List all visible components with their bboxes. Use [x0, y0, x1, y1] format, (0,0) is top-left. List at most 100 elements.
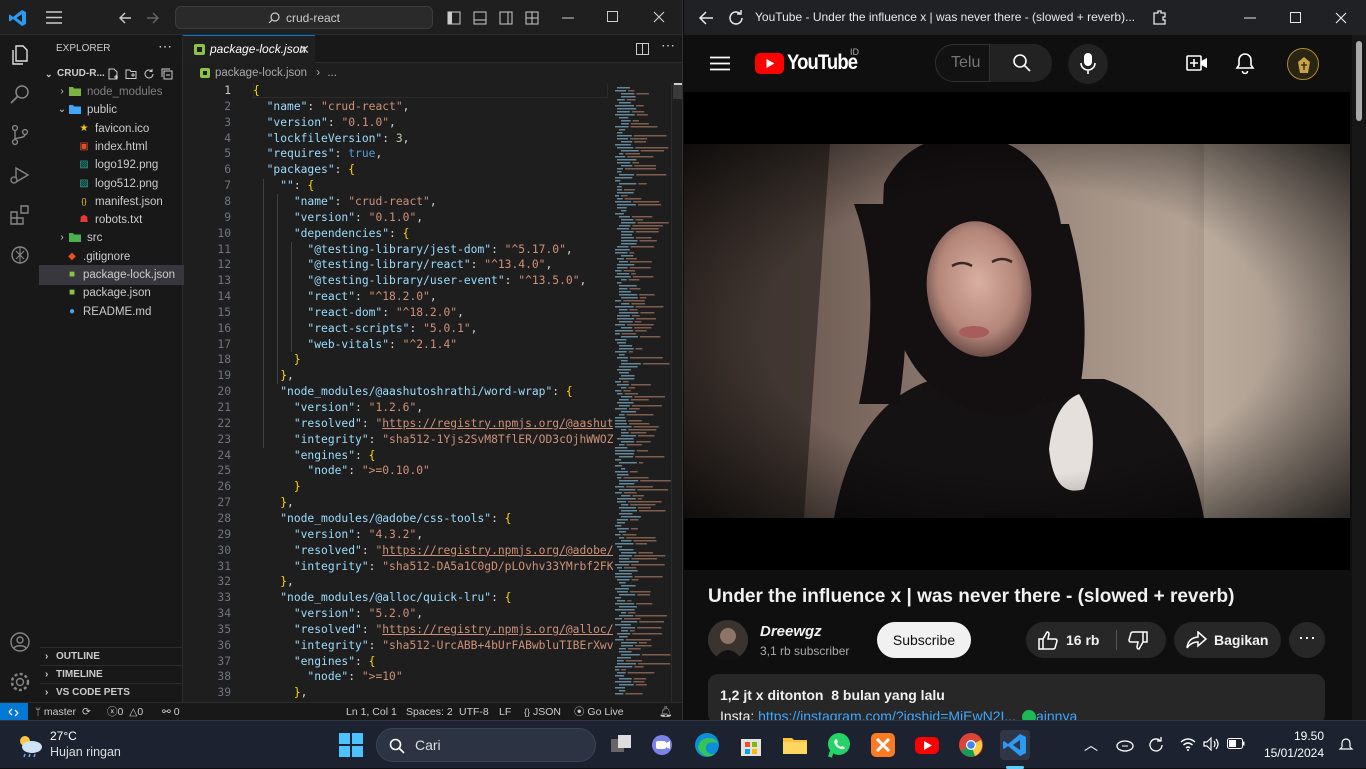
tree-item[interactable]: {} manifest.json — [40, 193, 183, 211]
like-button[interactable]: 16 rb — [1026, 622, 1116, 658]
run-debug-icon[interactable] — [8, 163, 32, 187]
avatar[interactable] — [1287, 48, 1319, 80]
indentation[interactable]: Spaces: 2 — [406, 703, 453, 720]
whatsapp-icon[interactable] — [824, 730, 854, 760]
minimize-icon[interactable] — [1244, 17, 1256, 19]
channel-avatar[interactable] — [708, 620, 748, 660]
voice-search-button[interactable] — [1068, 44, 1108, 84]
back-arrow-icon[interactable] — [118, 11, 132, 25]
description-box[interactable]: 1,2 jt x ditonton 8 bulan yang lalu Inst… — [708, 674, 1325, 720]
cloud-sync-icon[interactable] — [1116, 737, 1134, 753]
vscode-pets-section[interactable]: › VS CODE PETS — [40, 683, 183, 701]
extensions-icon[interactable] — [8, 203, 32, 227]
toggle-panel-icon[interactable] — [473, 11, 487, 25]
refresh-icon[interactable] — [143, 68, 155, 80]
close-icon[interactable] — [653, 11, 665, 23]
more-actions-icon[interactable]: ⋯ — [1289, 622, 1325, 658]
back-arrow-icon[interactable] — [698, 10, 714, 26]
maximize-icon[interactable] — [607, 11, 618, 22]
task-view-icon[interactable] — [606, 730, 636, 760]
share-button[interactable]: Bagikan — [1174, 622, 1281, 658]
outline-section[interactable]: › OUTLINE — [40, 647, 183, 665]
tab-package-lock[interactable]: package-lock.json ✕ — [183, 35, 315, 63]
branch-indicator[interactable]: ᛘ master ⟳ — [35, 703, 91, 720]
account-icon[interactable] — [8, 630, 32, 654]
xampp-icon[interactable] — [868, 730, 898, 760]
tree-item[interactable]: ● README.md — [40, 303, 183, 321]
notifications-bell-icon[interactable] — [1235, 52, 1255, 74]
meet-now-icon[interactable] — [648, 730, 678, 760]
video-player[interactable] — [684, 92, 1350, 570]
search-button[interactable] — [989, 44, 1052, 82]
tab-close-icon[interactable]: ✕ — [299, 36, 310, 63]
tree-item[interactable]: ▨ logo192.png — [40, 156, 183, 174]
tree-item[interactable]: ■ package.json — [40, 284, 183, 302]
minimap[interactable] — [613, 83, 671, 702]
hamburger-menu-icon[interactable] — [710, 56, 730, 71]
ports-indicator[interactable]: ⚯ 0 — [162, 703, 180, 720]
vscode-logo-icon[interactable] — [9, 9, 27, 27]
editor-more-icon[interactable]: ⋯ — [661, 37, 675, 54]
command-center-search[interactable]: crud-react — [175, 6, 433, 29]
problems-indicator[interactable]: ⓧ0 △0 — [107, 703, 143, 720]
tree-item[interactable]: ■ package-lock.json — [39, 265, 184, 285]
weather-cloud-icon[interactable] — [16, 730, 44, 758]
explorer-more-icon[interactable]: ⋯ — [158, 38, 172, 55]
tree-item[interactable]: ⌄ public — [40, 101, 183, 119]
breadcrumb-file[interactable]: package-lock.json — [215, 67, 307, 79]
customize-layout-icon[interactable] — [525, 11, 539, 25]
go-live-button[interactable]: ⦿ Go Live — [574, 703, 624, 720]
chatgpt-icon[interactable] — [8, 243, 32, 267]
extensions-puzzle-icon[interactable] — [1152, 9, 1168, 25]
toggle-sidebar-icon[interactable] — [447, 11, 461, 25]
show-hidden-icons-chevron-icon[interactable]: ︿ — [1084, 735, 1098, 755]
battery-icon[interactable] — [1227, 738, 1245, 749]
code-editor[interactable]: 1 {2 "name": "crud-react", 3 "version": "0… — [183, 83, 613, 702]
reload-icon[interactable] — [727, 9, 745, 27]
instagram-link[interactable]: https://instagram.com/?igshid=MjEwN2I... — [758, 708, 1016, 720]
settings-gear-icon[interactable] — [8, 670, 32, 694]
tree-item[interactable]: ▣ index.html — [40, 138, 183, 156]
close-icon[interactable] — [1335, 12, 1347, 24]
minimize-icon[interactable] — [562, 17, 574, 19]
language-mode[interactable]: {} JSON — [524, 703, 561, 720]
notifications-bell-icon[interactable]: 🔔︎ — [659, 703, 672, 720]
menu-icon[interactable] — [46, 11, 62, 24]
tree-item[interactable]: ☗ robots.txt — [40, 211, 183, 229]
sync-arrows-icon[interactable] — [1147, 736, 1165, 754]
dislike-button[interactable] — [1118, 622, 1166, 658]
temperature[interactable]: 27°C — [50, 729, 77, 743]
volume-icon[interactable] — [1203, 737, 1219, 751]
explorer-icon[interactable] — [8, 43, 32, 67]
windows-start-icon[interactable] — [339, 733, 363, 757]
wifi-icon[interactable] — [1180, 737, 1196, 751]
clock-time[interactable]: 19.50 — [1290, 729, 1324, 743]
tree-item[interactable]: ▨ logo512.png — [40, 175, 183, 193]
maximize-icon[interactable] — [1290, 12, 1301, 23]
encoding[interactable]: UTF-8 — [459, 703, 489, 720]
vscode-app-icon[interactable] — [1000, 730, 1030, 760]
new-file-icon[interactable] — [107, 68, 119, 80]
forward-arrow-icon[interactable] — [146, 11, 160, 25]
taskbar-search[interactable]: Cari — [376, 728, 596, 762]
tree-item[interactable]: ◆ .gitignore — [40, 248, 183, 266]
search-view-icon[interactable] — [8, 83, 32, 107]
notification-center-icon[interactable] — [1338, 737, 1354, 753]
remote-indicator[interactable] — [0, 703, 28, 720]
toggle-secondary-sidebar-icon[interactable] — [499, 11, 513, 25]
channel-name[interactable]: Dreewgz — [760, 623, 822, 640]
new-folder-icon[interactable] — [125, 68, 137, 80]
tree-item[interactable]: ★ favicon.ico — [40, 120, 183, 138]
scrollbar-thumb[interactable] — [673, 83, 682, 99]
file-explorer-icon[interactable] — [780, 730, 810, 760]
editor-scrollbar[interactable] — [671, 83, 682, 702]
breadcrumb-more[interactable]: ... — [327, 67, 337, 79]
subscribe-button[interactable]: Subscribe — [877, 622, 971, 658]
split-editor-icon[interactable] — [636, 43, 649, 55]
chrome-icon[interactable] — [956, 730, 986, 760]
microsoft-store-icon[interactable] — [736, 730, 766, 760]
collapse-all-icon[interactable] — [161, 68, 173, 80]
project-root[interactable]: ⌄ CRUD-R... — [40, 65, 183, 83]
create-video-icon[interactable] — [1186, 54, 1208, 72]
cursor-position[interactable]: Ln 1, Col 1 — [346, 703, 397, 720]
